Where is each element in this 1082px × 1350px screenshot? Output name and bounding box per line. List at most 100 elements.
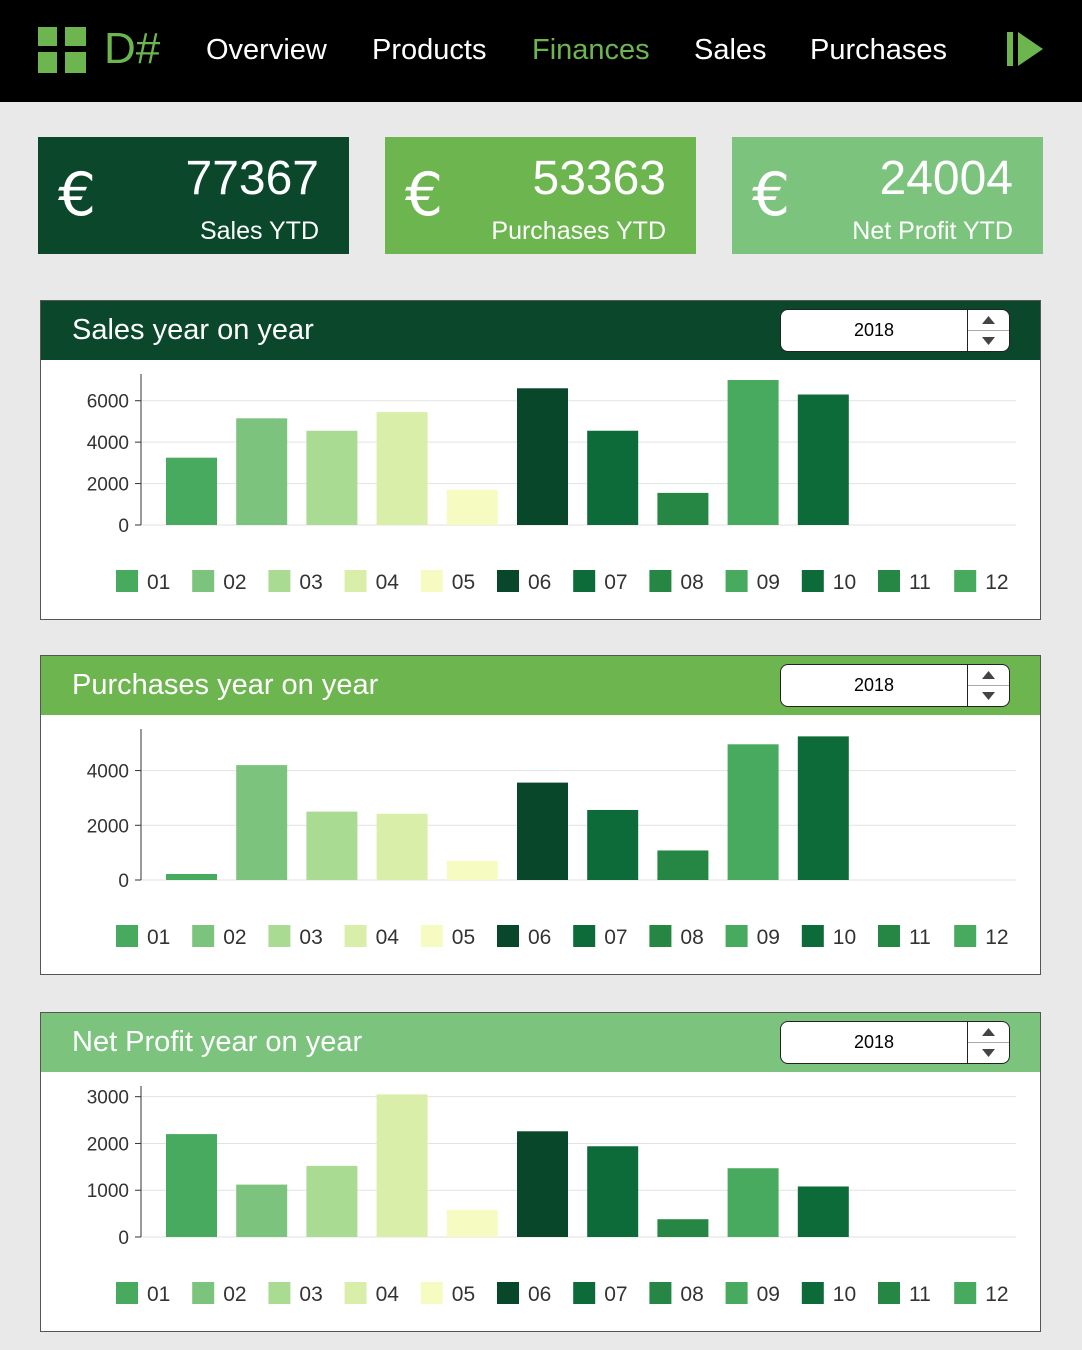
bar-08 — [657, 850, 709, 880]
kpi-value: 24004 — [879, 152, 1013, 205]
legend-swatch — [344, 570, 367, 592]
legend-swatch — [268, 925, 291, 947]
net-profit-chart-panel: Net Profit year on year 2018 0 1000 2000 30… — [40, 1012, 1041, 1332]
arrow-up-icon[interactable] — [968, 1022, 1009, 1043]
legend-swatch — [497, 570, 519, 592]
legend-swatch — [649, 1282, 672, 1304]
legend-label: 12 — [985, 571, 1008, 594]
legend-swatch — [116, 570, 138, 592]
legend-label: 05 — [452, 571, 475, 594]
legend-swatch — [420, 570, 443, 592]
legend-swatch — [954, 1282, 977, 1304]
legend-label: 08 — [680, 1283, 703, 1306]
kpi-label: Purchases YTD — [491, 217, 666, 245]
legend-label: 04 — [376, 571, 400, 594]
bar-01 — [166, 873, 217, 880]
bar-01 — [166, 1134, 217, 1237]
legend-label: 10 — [833, 1283, 856, 1306]
bar-06 — [517, 1131, 568, 1237]
arrow-down-icon[interactable] — [968, 331, 1009, 351]
kpi-card-purchases: € 53363 Purchases YTD — [385, 137, 696, 254]
legend-swatch — [801, 925, 824, 947]
year-stepper[interactable]: 2018 — [780, 1021, 1010, 1064]
legend-swatch — [649, 570, 672, 592]
bar-03 — [306, 1165, 358, 1237]
arrow-down-icon[interactable] — [968, 686, 1009, 706]
legend-swatch — [192, 925, 215, 947]
nav-overview[interactable]: Overview — [206, 30, 327, 70]
bar-02 — [236, 765, 288, 880]
panel-title: Purchases year on year — [72, 669, 379, 701]
year-value[interactable]: 2018 — [781, 1022, 967, 1063]
nav-finances[interactable]: Finances — [532, 30, 650, 70]
bar-04 — [376, 813, 428, 880]
panel-title: Net Profit year on year — [72, 1026, 363, 1058]
euro-icon: € — [752, 160, 791, 230]
legend-swatch — [192, 570, 215, 592]
kpi-card-net-profit: € 24004 Net Profit YTD — [732, 137, 1043, 254]
legend-swatch — [954, 570, 977, 592]
purchases-chart-panel: Purchases year on year 2018 0 2000 4000 01 0… — [40, 655, 1041, 975]
panel-header: Net Profit year on year 2018 — [41, 1013, 1040, 1072]
legend-label: 07 — [604, 1283, 627, 1306]
y-tick-label: 0 — [118, 1228, 129, 1249]
legend-label: 11 — [909, 1283, 931, 1306]
kpi-value: 77367 — [185, 152, 319, 205]
bar-09 — [727, 744, 779, 880]
kpi-label: Sales YTD — [199, 217, 319, 245]
year-value[interactable]: 2018 — [781, 310, 967, 351]
nav-sales[interactable]: Sales — [694, 30, 767, 70]
legend-label: 10 — [833, 926, 856, 949]
legend-swatch — [725, 1282, 748, 1304]
arrow-up-icon[interactable] — [968, 310, 1009, 331]
legend-swatch — [954, 925, 977, 947]
bar-10 — [797, 736, 849, 880]
spin-buttons — [967, 665, 1009, 706]
panel-header: Purchases year on year 2018 — [41, 656, 1040, 715]
bar-05 — [446, 489, 498, 525]
top-navigation-bar: D# Overview Products Finances Sales Purc… — [0, 0, 1082, 102]
legend-label: 09 — [757, 926, 780, 949]
nav-purchases[interactable]: Purchases — [810, 30, 947, 70]
bar-07 — [587, 1146, 639, 1237]
bar-02 — [236, 418, 288, 525]
bar-04 — [376, 1094, 428, 1237]
bar-05 — [446, 1209, 498, 1237]
legend-label: 05 — [452, 1283, 475, 1306]
legend-label: 03 — [299, 571, 322, 594]
year-stepper[interactable]: 2018 — [780, 664, 1010, 707]
bar-01 — [166, 457, 217, 525]
logo-text: D# — [104, 24, 161, 73]
legend-swatch — [344, 1282, 367, 1304]
spin-buttons — [967, 1022, 1009, 1063]
bar-08 — [657, 492, 709, 525]
legend-label: 08 — [680, 926, 703, 949]
legend-label: 05 — [452, 926, 475, 949]
legend-label: 07 — [604, 571, 627, 594]
nav-products[interactable]: Products — [372, 30, 486, 70]
bar-09 — [727, 380, 779, 525]
y-tick-label: 0 — [118, 516, 129, 537]
legend-label: 03 — [299, 926, 322, 949]
legend-label: 06 — [528, 571, 551, 594]
legend-swatch — [344, 925, 367, 947]
arrow-down-icon[interactable] — [968, 1043, 1009, 1063]
bar-chart: 0 2000 4000 01 02 03 04 05 06 07 08 09 10 11 12 — [87, 729, 1016, 949]
legend-swatch — [497, 925, 519, 947]
bar-chart: 0 2000 4000 6000 01 02 03 04 05 06 07 08 09 10 11 12 — [87, 374, 1016, 594]
legend-swatch — [192, 1282, 215, 1304]
y-tick-label: 4000 — [87, 762, 129, 783]
year-value[interactable]: 2018 — [781, 665, 967, 706]
arrow-up-icon[interactable] — [968, 665, 1009, 686]
bar-04 — [376, 412, 428, 525]
play-icon[interactable] — [1006, 30, 1044, 68]
year-stepper[interactable]: 2018 — [780, 309, 1010, 352]
bar-06 — [517, 388, 568, 525]
legend-label: 02 — [223, 1283, 246, 1306]
panel-header: Sales year on year 2018 — [41, 301, 1040, 360]
panel-title: Sales year on year — [72, 314, 314, 346]
y-tick-label: 2000 — [87, 1134, 129, 1155]
bar-02 — [236, 1184, 288, 1237]
bar-05 — [446, 860, 498, 880]
y-tick-label: 6000 — [87, 392, 129, 413]
